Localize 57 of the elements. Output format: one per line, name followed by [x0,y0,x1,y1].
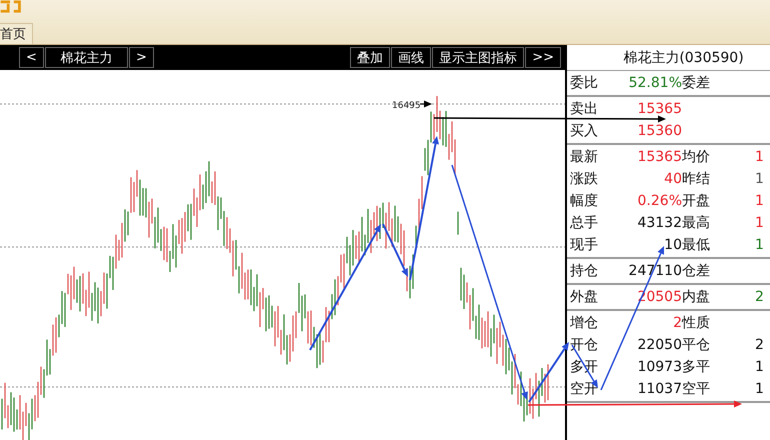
field-label: 多平 [682,358,710,376]
pointer-arrow [420,100,432,108]
field-value: 15365 [637,101,682,117]
field-label: 开仓 [570,336,598,354]
field-label: 最高 [682,214,710,232]
overlay-button[interactable]: 叠加 [350,47,390,68]
field-label: 仓差 [682,262,710,280]
field-value: 1 [755,237,764,253]
field-label: 涨跌 [570,170,598,188]
symbol-button[interactable]: 棉花主力 [45,47,128,68]
draw-line-button[interactable]: 画线 [391,47,432,68]
field-value: 0.26% [638,193,682,209]
field-label: 开盘 [682,192,710,210]
field-value: 1 [755,215,764,231]
field-value: 10973 [637,359,682,375]
field-value: 1 [755,149,764,165]
field-label: 幅度 [570,192,598,210]
field-label: 卖出 [570,100,598,118]
high-price-label: 16495 [392,101,421,111]
field-value: 40 [664,171,682,187]
field-label: 持仓 [570,262,598,280]
next-button[interactable]: > [129,47,154,68]
field-value: 2 [755,289,764,305]
field-label: 买入 [570,122,598,140]
field-label: 空平 [682,380,710,398]
field-value: 43132 [637,215,682,231]
field-label: 最低 [682,236,710,254]
field-value: 11037 [637,381,682,397]
field-label: 总手 [570,214,598,232]
field-value: 15365 [637,149,682,165]
field-value: 2 [755,337,764,353]
field-value: 2 [673,315,682,331]
field-label: 平仓 [682,336,710,354]
field-label: 性质 [682,314,710,332]
field-value: 52.81% [628,75,682,91]
field-label: 现手 [570,236,598,254]
show-indicator-button[interactable]: 显示主图指标 [432,47,524,68]
logo-icon [0,0,22,15]
field-label: 委比 [570,74,598,92]
field-value: 1 [755,359,764,375]
field-label: 外盘 [570,288,598,306]
field-label: 内盘 [682,288,710,306]
field-label: 最新 [570,148,598,166]
field-value: 1 [755,193,764,209]
field-value: 22050 [637,337,682,353]
field-value: 15360 [637,123,682,139]
more-button[interactable]: >> [525,47,561,68]
field-label: 昨结 [682,170,710,188]
previous-button[interactable]: < [19,47,44,68]
field-value: 10 [664,237,682,253]
field-value: 1 [755,381,764,397]
home-tab[interactable]: 首页 [0,23,33,44]
field-label: 增仓 [570,314,598,332]
quote-title: 棉花主力(030590) [622,48,744,66]
field-value: 1 [755,171,764,187]
field-label: 委差 [682,74,710,92]
field-label: 均价 [682,148,710,166]
